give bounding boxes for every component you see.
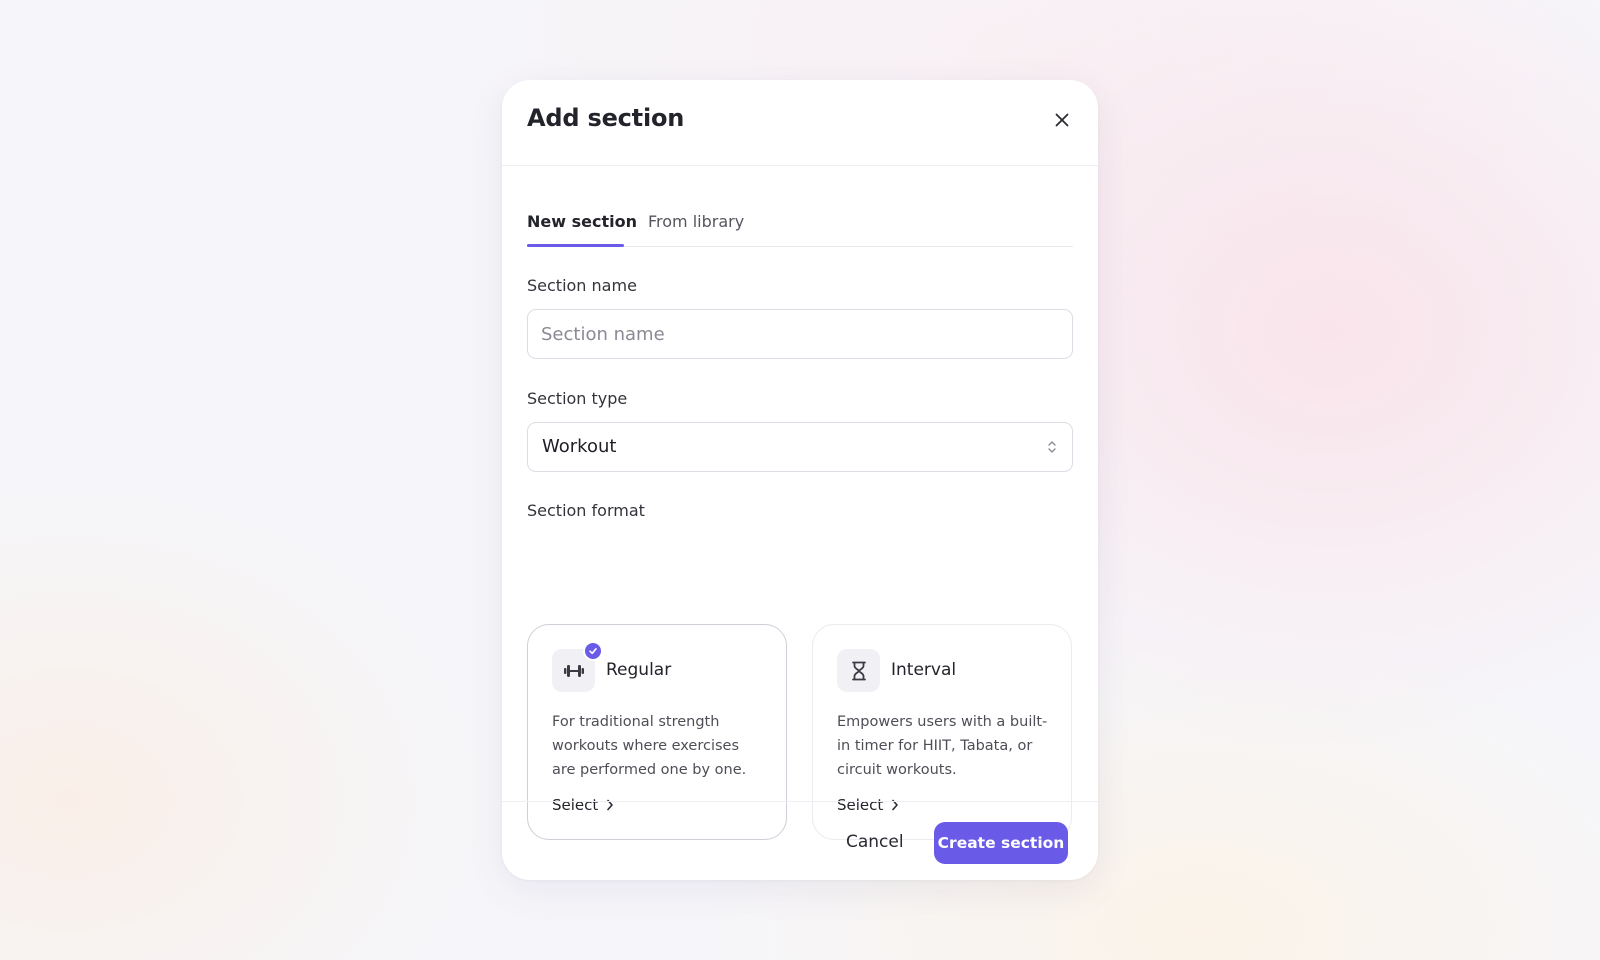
format-option-regular[interactable]: Regular For traditional strength workout…	[527, 624, 787, 840]
checkmark-icon	[589, 648, 597, 655]
format-title: Regular	[606, 660, 672, 680]
format-select-label: Select	[552, 796, 599, 814]
close-icon	[1055, 113, 1069, 127]
chevron-up-down-icon	[1048, 441, 1056, 453]
format-icon-container	[837, 649, 880, 692]
close-button[interactable]	[1050, 108, 1074, 132]
cancel-button[interactable]: Cancel	[846, 832, 904, 852]
section-type-value: Workout	[542, 436, 617, 457]
format-select-label: Select	[837, 796, 884, 814]
create-section-button[interactable]: Create section	[934, 822, 1068, 864]
format-select-link[interactable]: Select	[837, 796, 899, 814]
format-description: For traditional strength workouts where …	[552, 714, 747, 778]
section-type-select[interactable]: Workout	[527, 422, 1073, 472]
format-option-interval[interactable]: Interval Empowers users with a built-in …	[812, 624, 1072, 840]
dumbbell-icon	[563, 664, 584, 677]
hourglass-icon	[851, 661, 866, 680]
active-tab-indicator	[527, 244, 624, 247]
section-type-label: Section type	[527, 389, 628, 408]
section-name-field	[527, 309, 1073, 359]
section-name-input[interactable]	[528, 310, 1072, 358]
section-format-label: Section format	[527, 501, 645, 520]
tab-from-library[interactable]: From library	[648, 212, 744, 231]
dialog-title: Add section	[527, 104, 685, 132]
format-title: Interval	[891, 660, 957, 680]
tab-new-section[interactable]: New section	[527, 212, 637, 231]
add-section-dialog: Add section New section From library Sec…	[502, 80, 1098, 880]
format-select-link[interactable]: Select	[552, 796, 614, 814]
section-tabs: New section From library	[527, 198, 1073, 247]
selected-check-badge	[583, 641, 603, 661]
section-name-label: Section name	[527, 276, 637, 295]
format-description: Empowers users with a built-in timer for…	[837, 714, 1048, 778]
dialog-header: Add section	[502, 80, 1098, 166]
footer-divider	[502, 801, 1098, 802]
